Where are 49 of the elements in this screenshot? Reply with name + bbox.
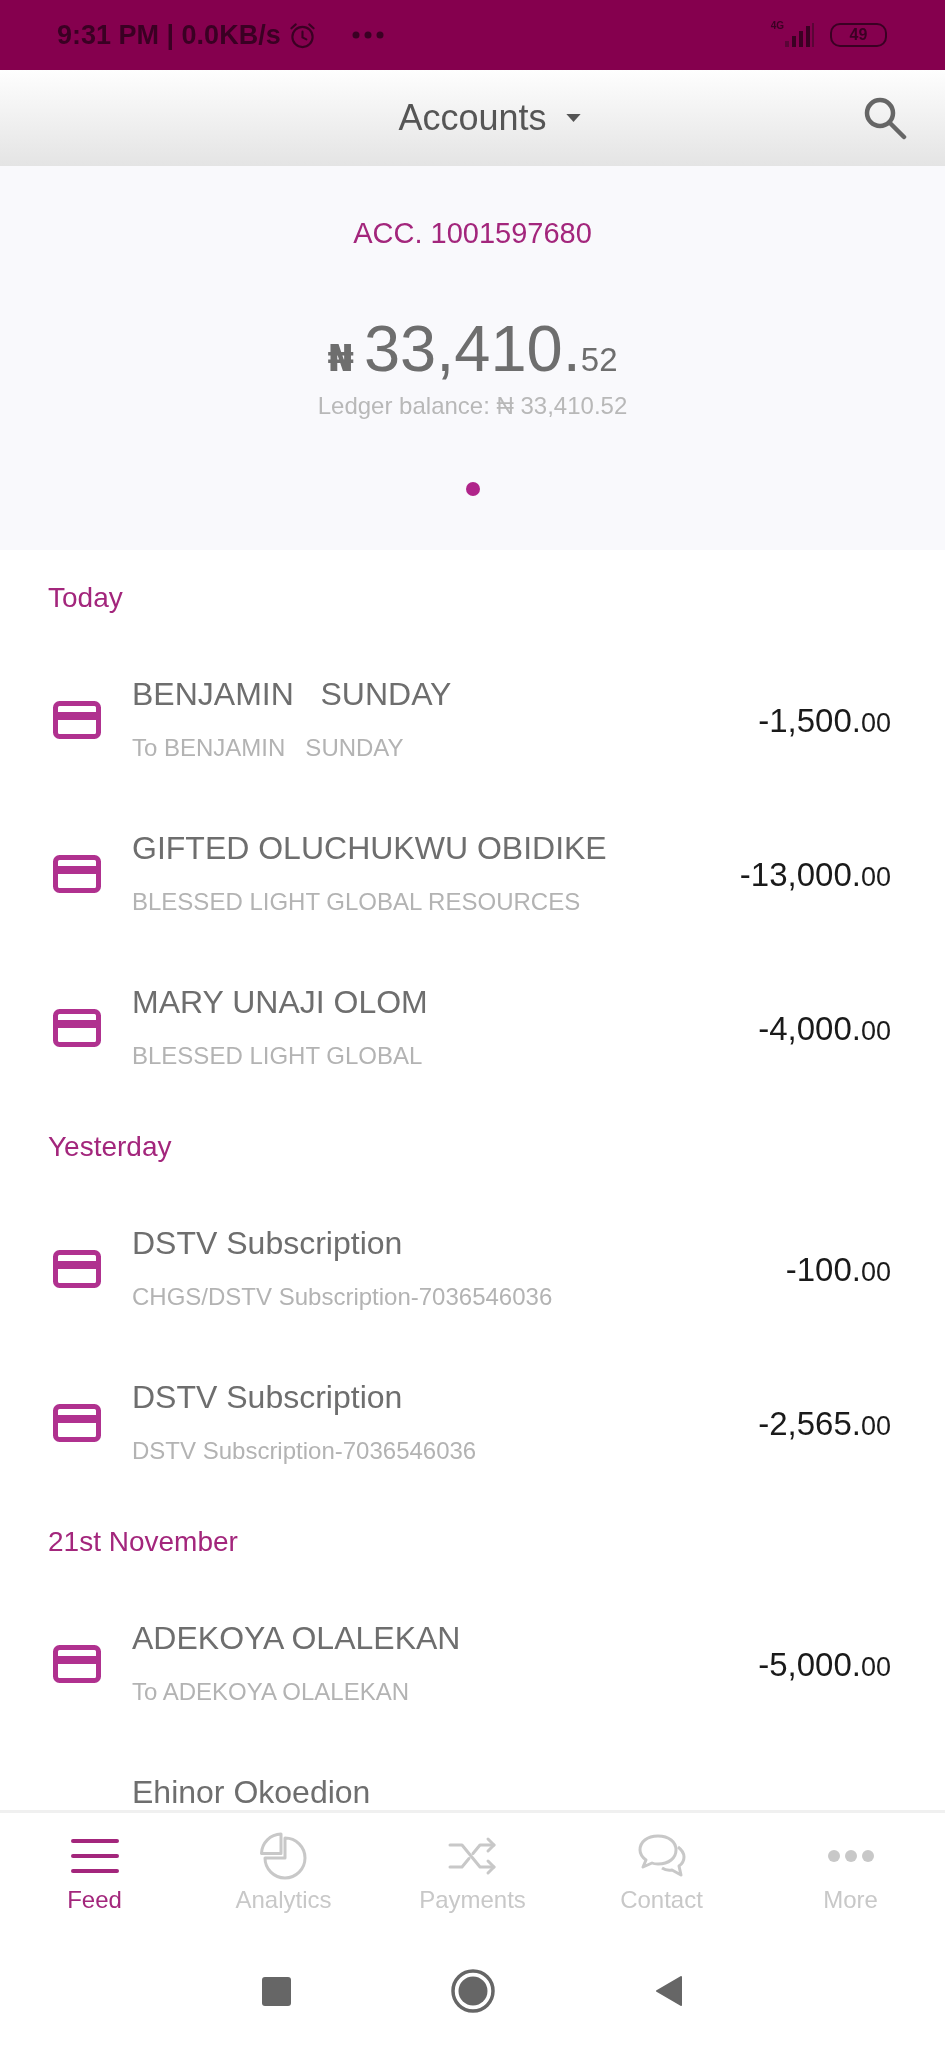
card-icon — [53, 1645, 101, 1683]
caret-icon — [565, 114, 581, 122]
transaction-subtitle: To BENJAMIN SUNDAY — [132, 736, 405, 760]
alarm-clock-icon — [288, 21, 316, 49]
card-icon — [53, 855, 101, 893]
menu-icon — [70, 1838, 119, 1874]
card-icon — [53, 1404, 101, 1442]
account-number: ACC. 1001597680 — [353, 219, 592, 248]
transaction-amount: -100.00 — [785, 1252, 891, 1286]
transaction-amount: -2,565.00 — [758, 1406, 891, 1440]
transaction-title: BENJAMIN SUNDAY — [132, 678, 452, 710]
section-heading: Yesterday — [48, 1131, 172, 1162]
card-icon — [53, 701, 101, 739]
back-icon[interactable] — [655, 1975, 683, 2007]
network-type: 4G — [770, 21, 784, 31]
more-icon — [826, 1849, 875, 1863]
transaction-title: Ehinor Okoedion — [132, 1776, 371, 1808]
transaction-subtitle: To ADEKOYA OLALEKAN — [132, 1680, 411, 1704]
card-icon — [53, 1009, 101, 1047]
balance-amount: ₦33,410.52 — [327, 316, 618, 381]
section-heading: 21st November — [48, 1526, 238, 1557]
ellipsis-icon — [351, 31, 384, 39]
chat-bubbles-icon — [636, 1833, 687, 1879]
transaction-subtitle: BLESSED LIGHT GLOBAL RESOURCES — [132, 890, 582, 914]
signal-bars-icon — [785, 23, 815, 47]
status-time: 9:31 PM | 0.0KB/s — [57, 21, 281, 49]
circle-icon[interactable] — [451, 1969, 495, 2013]
transaction-amount: -1,500.00 — [758, 703, 891, 737]
transaction-title: ADEKOYA OLALEKAN — [132, 1622, 461, 1654]
nav-tab[interactable]: Feed — [0, 1813, 189, 1940]
transaction-amount: -5,000.00 — [758, 1647, 891, 1681]
battery-indicator: 49 — [830, 23, 887, 47]
transaction-amount: -13,000.00 — [739, 857, 891, 891]
transaction-title: GIFTED OLUCHUKWU OBIDIKE — [132, 832, 607, 864]
transaction-subtitle: DSTV Subscription-7036546036 — [132, 1439, 477, 1463]
shuffle-icon — [447, 1835, 498, 1877]
transaction-title: MARY UNAJI OLOM — [132, 986, 428, 1018]
pie-chart-icon — [259, 1832, 308, 1880]
square-icon[interactable] — [262, 1976, 291, 2006]
ledger-balance: Ledger balance: ₦ 33,410.52 — [317, 394, 628, 418]
transaction-amount: -4,000.00 — [758, 1011, 891, 1045]
transaction-subtitle: CHGS/DSTV Subscription-7036546036 — [132, 1285, 553, 1309]
transaction-title: DSTV Subscription — [132, 1381, 404, 1413]
accounts-dropdown[interactable]: Accounts — [398, 100, 581, 136]
card-icon — [53, 1250, 101, 1288]
search-icon[interactable] — [863, 96, 907, 140]
transaction-title: DSTV Subscription — [132, 1227, 404, 1259]
transaction-subtitle: BLESSED LIGHT GLOBAL — [132, 1044, 424, 1068]
section-heading: Today — [48, 582, 123, 613]
